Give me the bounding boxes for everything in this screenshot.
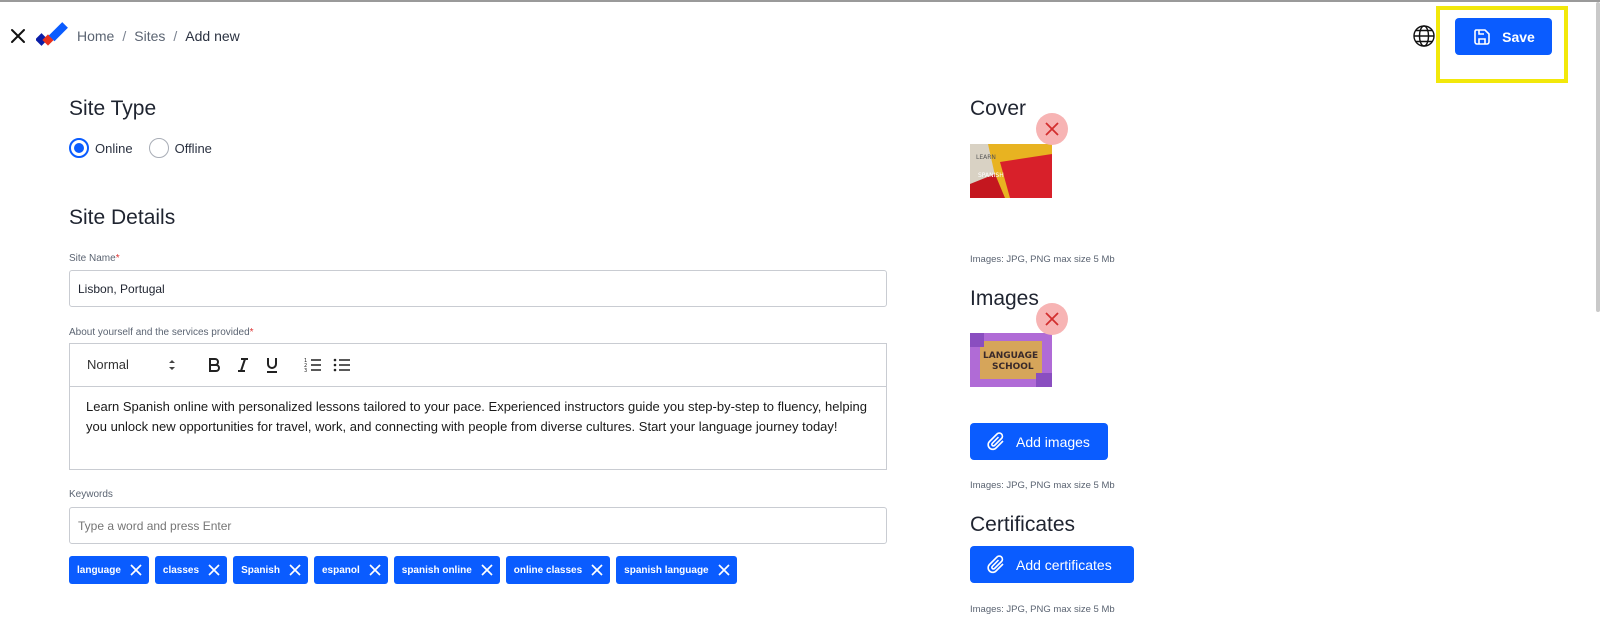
breadcrumb: Home / Sites / Add new (77, 28, 240, 44)
remove-tag-icon[interactable] (717, 563, 731, 577)
remove-tag-icon[interactable] (590, 563, 604, 577)
breadcrumb-sites[interactable]: Sites (134, 28, 165, 44)
paperclip-icon (986, 431, 1008, 453)
remove-image-button[interactable] (1036, 303, 1068, 335)
required-mark: * (249, 327, 254, 338)
paperclip-icon (986, 554, 1008, 576)
radio-offline[interactable] (148, 138, 169, 158)
keyword-tag: classes (154, 556, 228, 584)
about-text[interactable]: Learn Spanish online with personalized l… (86, 397, 876, 437)
cover-hint: Images: JPG, PNG max size 5 Mb (970, 254, 1115, 265)
image-thumb-text-1: LANGUAGE (983, 351, 1038, 361)
required-mark: * (115, 253, 120, 264)
breadcrumb-current: Add new (185, 28, 240, 44)
bullet-list-icon[interactable] (332, 355, 352, 375)
save-icon (1472, 27, 1492, 47)
certificates-heading: Certificates (970, 513, 1076, 536)
remove-cover-button[interactable] (1036, 113, 1068, 145)
about-label: About yourself and the services provided… (69, 327, 254, 338)
remove-tag-icon[interactable] (129, 563, 143, 577)
tag-label: spanish language (624, 564, 709, 576)
radio-online[interactable] (69, 138, 89, 158)
radio-online-label[interactable]: Online (95, 141, 133, 156)
keyword-tag: language (69, 556, 149, 584)
svg-text:3: 3 (304, 368, 307, 373)
image-thumb-text-2: SCHOOL (992, 362, 1034, 372)
add-images-label: Add images (1016, 433, 1090, 450)
radio-offline-label[interactable]: Offline (175, 141, 212, 156)
keywords-label: Keywords (69, 489, 113, 500)
close-icon[interactable] (8, 26, 28, 46)
add-certificates-label: Add certificates (1016, 556, 1112, 573)
site-type-radio-group: Online Offline (69, 138, 212, 158)
images-heading: Images (970, 287, 1039, 310)
site-name-input[interactable]: Lisbon, Portugal (69, 270, 887, 307)
cover-thumb-text-1: LEARN (976, 154, 996, 161)
tag-label: online classes (513, 564, 583, 576)
globe-icon[interactable] (1412, 24, 1436, 48)
image-thumbnail: LANGUAGE SCHOOL (970, 333, 1052, 387)
cover-heading: Cover (970, 97, 1027, 120)
certificates-hint: Images: JPG, PNG max size 5 Mb (970, 604, 1115, 615)
scrollbar[interactable] (1596, 2, 1600, 312)
tag-label: Spanish (241, 564, 280, 576)
add-certificates-button[interactable]: Add certificates (970, 546, 1134, 583)
tag-label: classes (162, 564, 200, 576)
remove-tag-icon[interactable] (368, 563, 382, 577)
app-logo[interactable] (35, 22, 70, 50)
tag-label: language (77, 564, 121, 576)
breadcrumb-separator: / (122, 28, 127, 44)
close-icon (1045, 312, 1059, 326)
site-details-heading: Site Details (69, 206, 176, 229)
remove-tag-icon[interactable] (480, 563, 494, 577)
breadcrumb-home[interactable]: Home (77, 28, 114, 44)
window-top-border (0, 0, 1600, 2)
keyword-tags: language classes Spanish espanol spanish… (69, 556, 737, 584)
save-button[interactable]: Save (1455, 18, 1552, 55)
site-type-heading: Site Type (69, 97, 157, 120)
keyword-tag: online classes (505, 556, 611, 584)
close-icon (1045, 122, 1059, 136)
add-images-button[interactable]: Add images (970, 423, 1108, 460)
remove-tag-icon[interactable] (288, 563, 302, 577)
remove-tag-icon[interactable] (207, 563, 221, 577)
keyword-tag: Spanish (233, 556, 308, 584)
italic-icon[interactable] (233, 355, 253, 375)
site-name-label: Site Name* (69, 253, 120, 264)
breadcrumb-separator: / (173, 28, 178, 44)
save-label: Save (1502, 28, 1535, 45)
site-name-label-text: Site Name (69, 253, 116, 264)
about-rich-text-editor[interactable]: Normal 123 Learn Spanish online with per… (69, 343, 887, 470)
format-select[interactable]: Normal (87, 357, 129, 372)
ordered-list-icon[interactable]: 123 (303, 355, 323, 375)
bold-icon[interactable] (204, 355, 224, 375)
underline-icon[interactable] (262, 355, 282, 375)
about-label-text: About yourself and the services provided (69, 327, 250, 338)
keyword-tag: spanish online (393, 556, 500, 584)
editor-toolbar: Normal 123 (70, 344, 886, 387)
tag-label: espanol (321, 564, 360, 576)
keywords-input[interactable] (69, 507, 887, 544)
images-hint: Images: JPG, PNG max size 5 Mb (970, 480, 1115, 491)
cover-thumbnail: LEARN SPANISH (970, 144, 1052, 198)
cover-thumb-text-2: SPANISH (978, 172, 1004, 179)
keyword-tag: espanol (313, 556, 388, 584)
keyword-tag: spanish language (616, 556, 737, 584)
select-arrows-icon[interactable] (167, 356, 177, 374)
tag-label: spanish online (401, 564, 472, 576)
